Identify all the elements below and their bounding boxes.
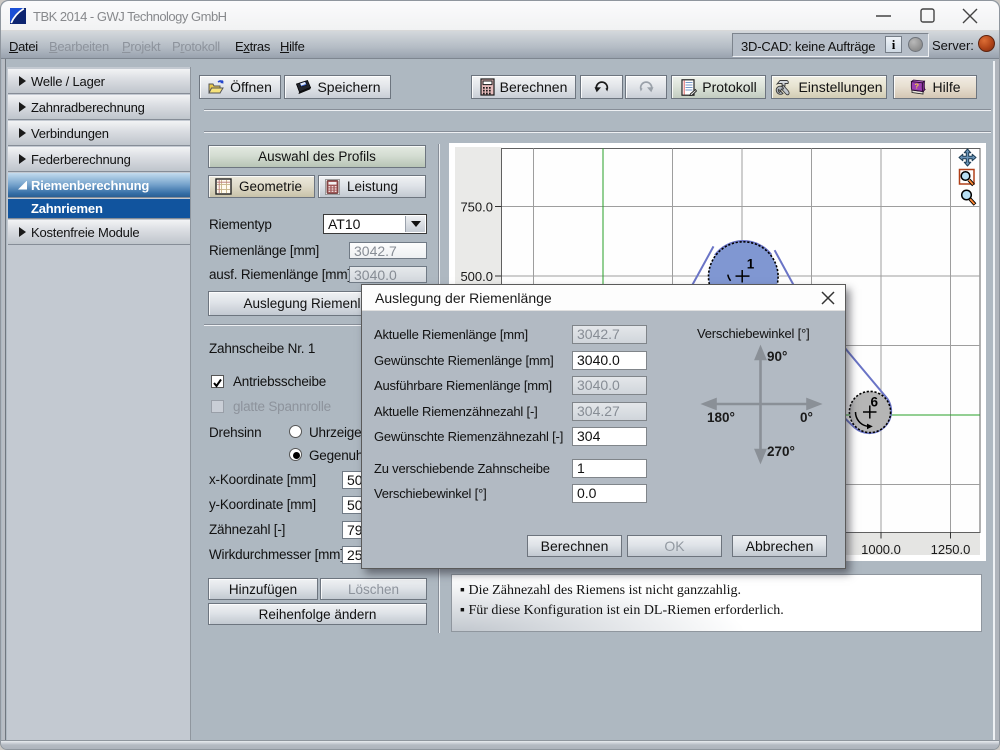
svg-text:90°: 90° bbox=[767, 349, 787, 364]
svg-text:1000.0: 1000.0 bbox=[861, 542, 901, 557]
svg-text:0°: 0° bbox=[800, 410, 813, 425]
svg-text:1: 1 bbox=[747, 257, 755, 272]
svg-text:750.0: 750.0 bbox=[460, 200, 493, 215]
svg-text:270°: 270° bbox=[767, 444, 795, 459]
svg-text:500.0: 500.0 bbox=[460, 269, 493, 284]
svg-text:?: ? bbox=[915, 82, 920, 91]
svg-text:6: 6 bbox=[871, 395, 879, 410]
svg-text:1250.0: 1250.0 bbox=[931, 542, 971, 557]
svg-text:180°: 180° bbox=[707, 410, 735, 425]
